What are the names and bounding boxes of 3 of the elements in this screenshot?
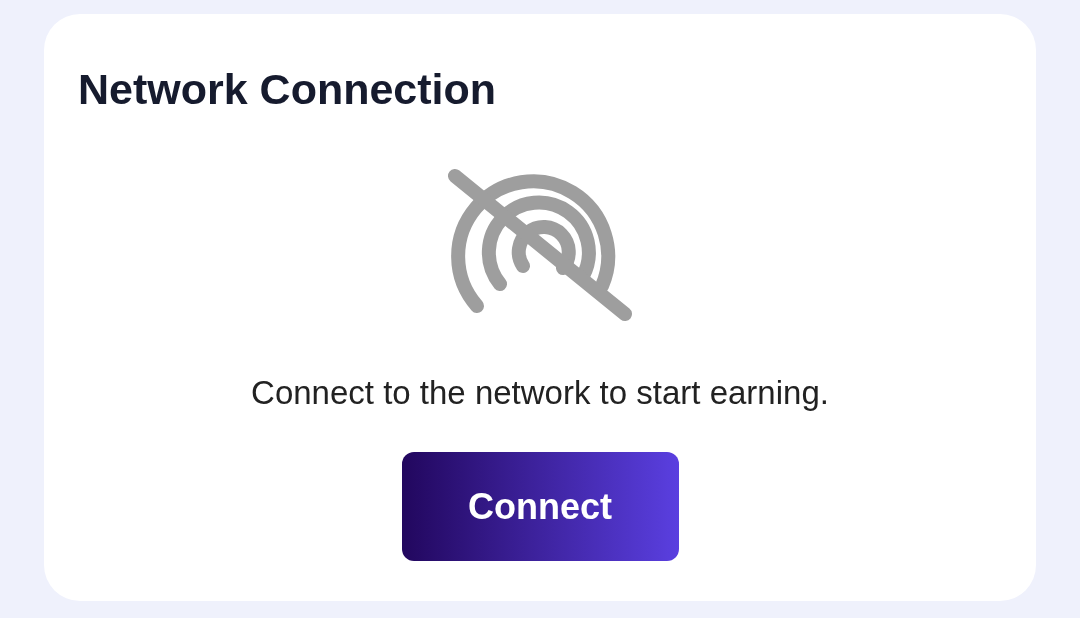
connect-button[interactable]: Connect bbox=[401, 452, 679, 561]
connect-message: Connect to the network to start earning. bbox=[251, 374, 829, 412]
card-title: Network Connection bbox=[78, 68, 497, 111]
